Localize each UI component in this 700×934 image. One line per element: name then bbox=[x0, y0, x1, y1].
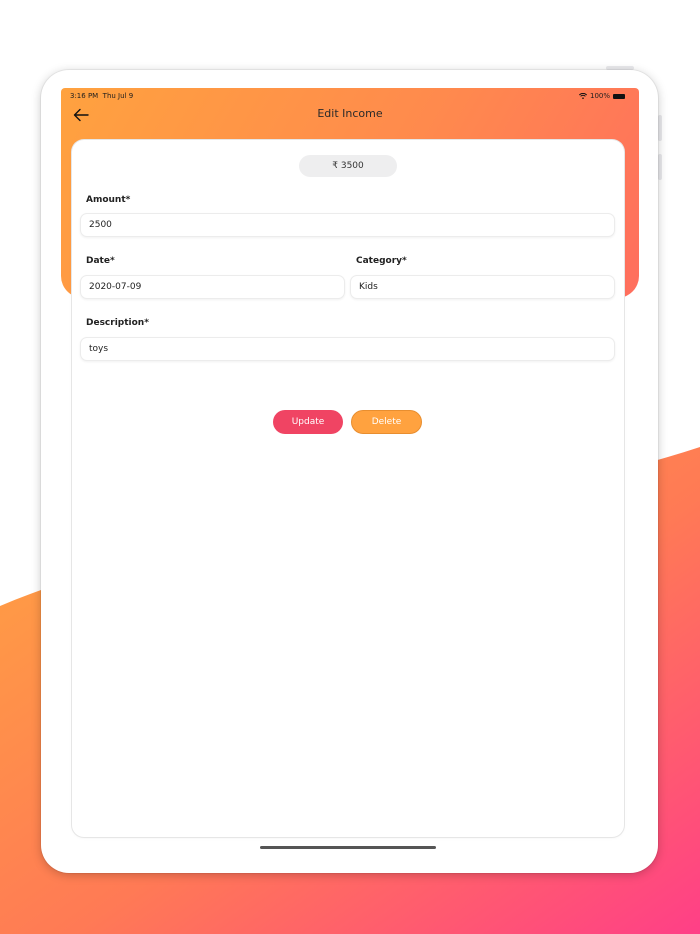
amount-label: Amount* bbox=[86, 195, 131, 205]
home-indicator bbox=[260, 846, 436, 849]
category-label: Category* bbox=[356, 256, 407, 266]
app-screen: 3:16 PM Thu Jul 9 100% Edit Income ₹ 350… bbox=[61, 88, 639, 855]
battery-icon bbox=[613, 93, 625, 99]
edit-income-card: ₹ 3500 Amount* Date* Category* Descripti… bbox=[72, 140, 624, 837]
status-time: 3:16 PM bbox=[70, 92, 99, 100]
category-input[interactable] bbox=[350, 275, 615, 299]
amount-input[interactable] bbox=[80, 213, 615, 237]
device-volume-down bbox=[658, 154, 662, 180]
date-input[interactable] bbox=[80, 275, 345, 299]
status-bar: 3:16 PM Thu Jul 9 100% bbox=[70, 91, 625, 101]
date-label: Date* bbox=[86, 256, 115, 266]
delete-button[interactable]: Delete bbox=[351, 410, 422, 434]
status-date: Thu Jul 9 bbox=[102, 92, 134, 100]
device-volume-up bbox=[658, 115, 662, 141]
wifi-icon bbox=[578, 93, 587, 99]
page-title: Edit Income bbox=[317, 107, 383, 120]
update-button[interactable]: Update bbox=[273, 410, 343, 434]
total-amount-badge: ₹ 3500 bbox=[299, 155, 397, 177]
status-indicators: 100% bbox=[578, 92, 625, 100]
status-time-date: 3:16 PM Thu Jul 9 bbox=[70, 92, 133, 100]
description-input[interactable] bbox=[80, 337, 615, 361]
battery-percent: 100% bbox=[589, 92, 610, 100]
description-label: Description* bbox=[86, 318, 149, 328]
